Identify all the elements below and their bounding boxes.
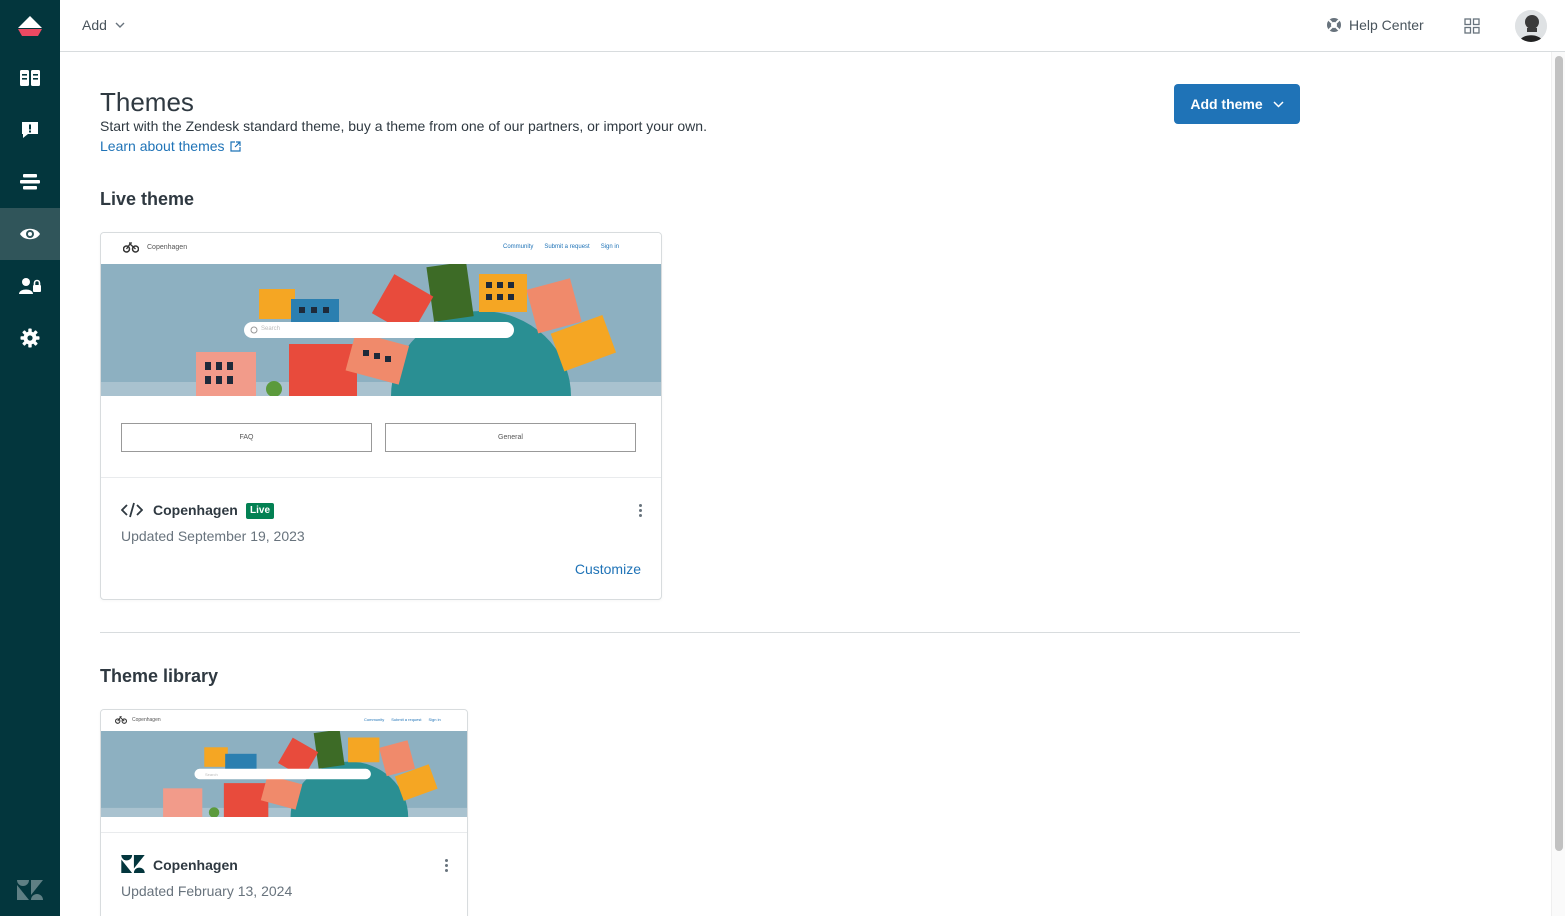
card-body: Copenhagen Updated February 13, 2024 — [101, 833, 467, 916]
eye-icon — [20, 228, 40, 240]
kebab-dot — [638, 503, 642, 507]
preview-hero-image: Search — [101, 731, 467, 817]
gear-icon — [20, 328, 40, 348]
page-scrollbar[interactable] — [1551, 52, 1565, 916]
theme-preview-thumbnail[interactable]: Copenhagen Community Submit a request Si… — [101, 710, 467, 833]
preview-nav: Community Submit a request Sign in — [503, 244, 619, 250]
bicycle-icon — [115, 716, 127, 724]
preview-brand: Copenhagen — [115, 716, 161, 724]
add-menu-button[interactable]: Add — [82, 17, 125, 33]
user-lock-icon — [19, 278, 41, 294]
preview-header: Copenhagen Community Submit a request Si… — [101, 233, 661, 264]
live-status-badge: Live — [246, 503, 275, 519]
list-icon — [20, 174, 40, 190]
sidebar-item-guide-articles[interactable] — [0, 52, 60, 104]
preview-category-general: General — [385, 423, 636, 452]
theme-updated-date: Updated February 13, 2024 — [121, 883, 293, 899]
theme-options-menu[interactable] — [632, 500, 648, 520]
theme-library-heading: Theme library — [100, 666, 219, 686]
customize-button[interactable]: Customize — [575, 561, 641, 577]
theme-options-menu[interactable] — [438, 855, 454, 875]
preview-nav-community: Community — [503, 244, 534, 250]
preview-category-faq: FAQ — [121, 423, 372, 452]
kebab-dot — [638, 508, 642, 512]
sidebar-item-moderation[interactable] — [0, 104, 60, 156]
product-tray-icon[interactable] — [1464, 18, 1480, 39]
sidebar-item-user-permissions[interactable] — [0, 260, 60, 312]
preview-search-placeholder: Search — [205, 772, 218, 777]
chevron-down-icon — [1273, 100, 1284, 108]
sidebar-item-customize-design[interactable] — [0, 208, 60, 260]
sidebar — [0, 0, 60, 916]
kebab-dot — [444, 868, 448, 872]
sidebar-item-arrange-content[interactable] — [0, 156, 60, 208]
feedback-icon — [22, 122, 38, 138]
theme-preview-thumbnail[interactable]: Copenhagen Community Submit a request Si… — [101, 233, 661, 478]
section-divider — [100, 632, 1300, 633]
page-description: Start with the Zendesk standard theme, b… — [100, 118, 707, 134]
theme-name: Copenhagen — [153, 857, 238, 873]
preview-nav-signin: Sign in — [428, 717, 441, 722]
user-avatar[interactable] — [1515, 10, 1547, 42]
kebab-dot — [444, 863, 448, 867]
book-icon — [20, 70, 40, 86]
add-menu-label: Add — [82, 17, 107, 33]
theme-updated-date: Updated September 19, 2023 — [121, 528, 305, 544]
theme-name: Copenhagen — [153, 502, 238, 518]
preview-search-placeholder: Search — [261, 326, 281, 332]
live-theme-heading: Live theme — [100, 189, 195, 209]
learn-link-label: Learn about themes — [100, 138, 225, 154]
preview-nav-submit: Submit a request — [391, 717, 422, 722]
card-body: Copenhagen Live Updated September 19, 20… — [101, 478, 661, 599]
help-center-label: Help Center — [1349, 17, 1424, 33]
lifebuoy-icon — [1327, 18, 1341, 32]
kebab-dot — [444, 858, 448, 862]
sidebar-item-settings[interactable] — [0, 312, 60, 364]
preview-header: Copenhagen Community Submit a request Si… — [101, 710, 467, 731]
preview-nav-community: Community — [364, 717, 385, 722]
chevron-down-icon — [115, 22, 125, 28]
code-icon — [121, 502, 143, 518]
kebab-dot — [638, 513, 642, 517]
bicycle-icon — [123, 242, 139, 253]
top-header: Add Help Center — [60, 0, 1565, 52]
add-theme-label: Add theme — [1190, 96, 1263, 112]
learn-about-themes-link[interactable]: Learn about themes — [100, 138, 241, 154]
preview-hero-image: Search — [101, 264, 661, 396]
external-link-icon — [229, 140, 241, 152]
library-theme-card: Copenhagen Community Submit a request Si… — [100, 709, 468, 916]
guide-logo-icon[interactable] — [0, 0, 60, 52]
zendesk-logo-icon — [121, 855, 145, 873]
help-center-link[interactable]: Help Center — [1326, 17, 1424, 33]
preview-nav-submit: Submit a request — [544, 244, 590, 250]
preview-brand-name: Copenhagen — [132, 717, 161, 723]
add-theme-button[interactable]: Add theme — [1174, 84, 1300, 124]
live-theme-card: Copenhagen Community Submit a request Si… — [100, 232, 662, 600]
preview-brand: Copenhagen — [123, 242, 187, 253]
preview-nav: Community Submit a request Sign in — [364, 717, 441, 722]
preview-brand-name: Copenhagen — [147, 244, 188, 251]
page-title: Themes — [100, 87, 194, 117]
zendesk-logo-icon[interactable] — [0, 864, 60, 916]
preview-nav-signin: Sign in — [600, 244, 620, 250]
scrollbar-thumb[interactable] — [1555, 56, 1563, 851]
